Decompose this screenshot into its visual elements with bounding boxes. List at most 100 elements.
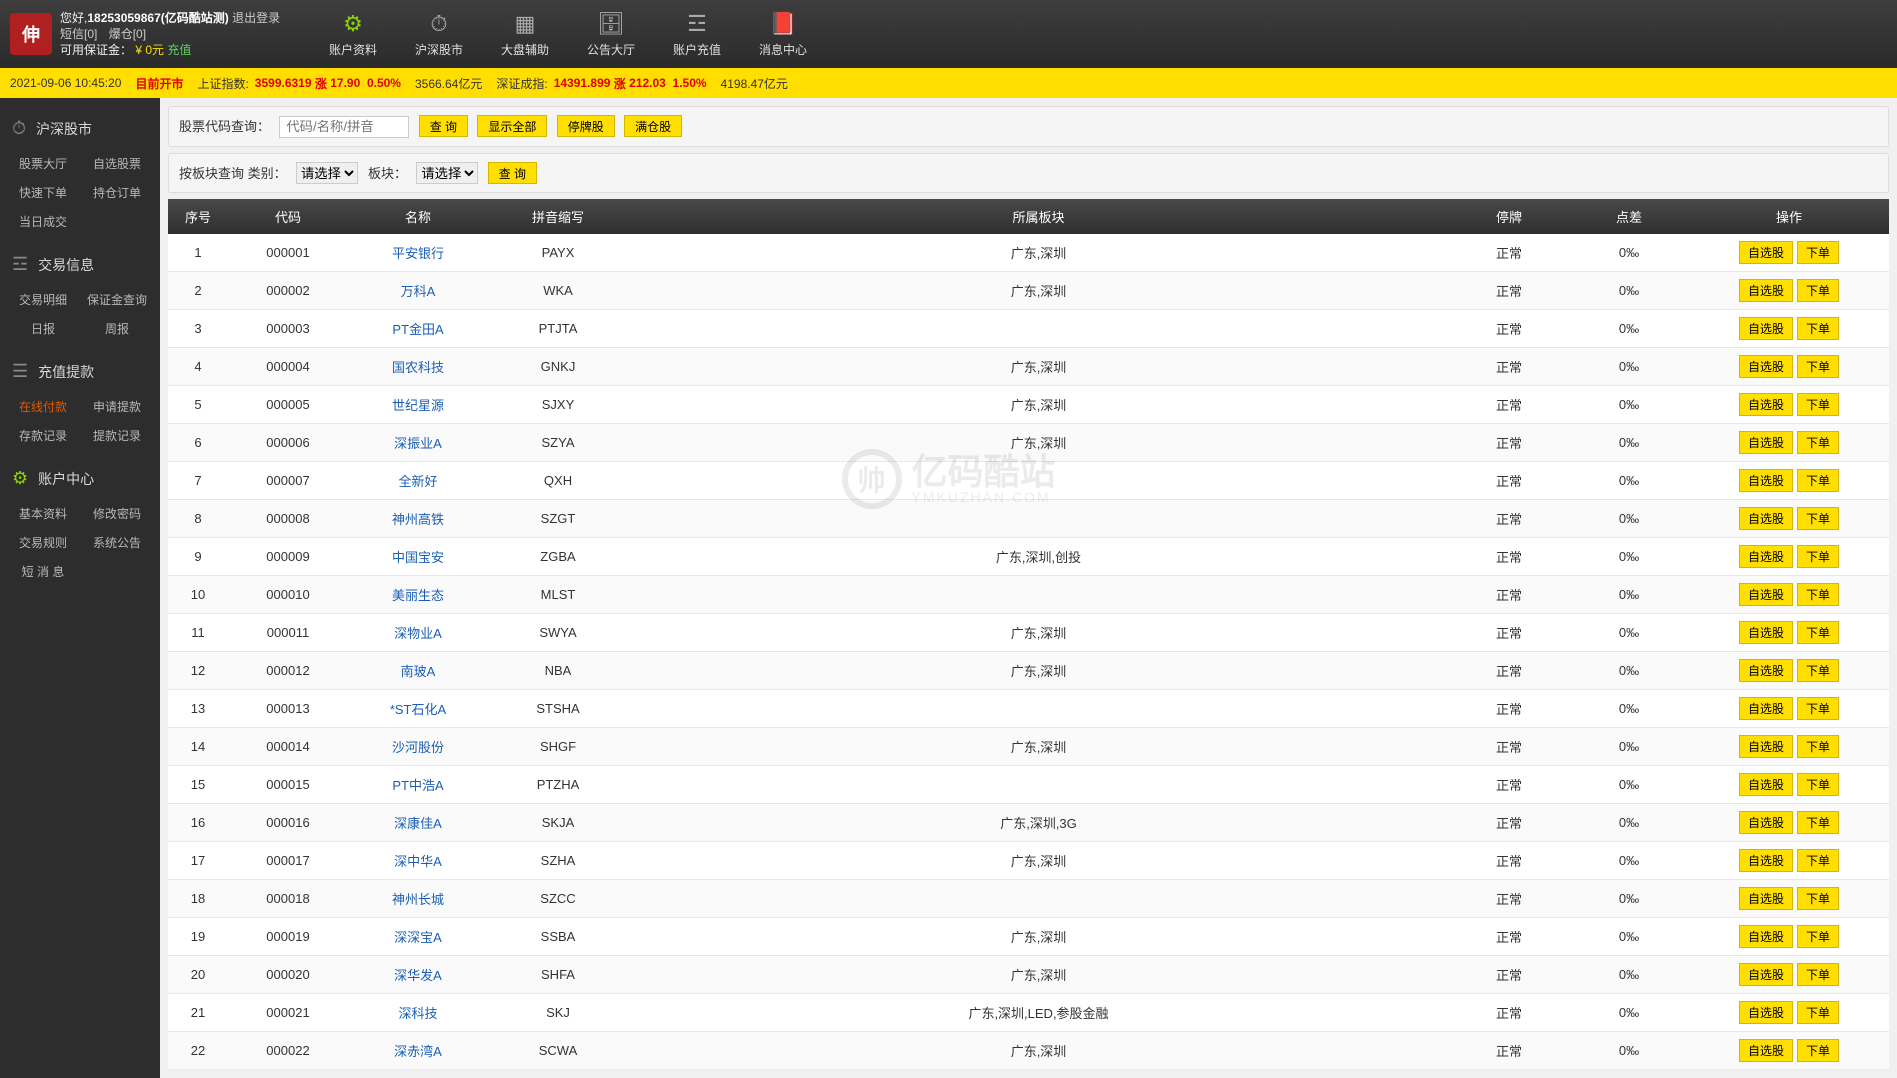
order-button[interactable]: 下单 [1797, 241, 1839, 264]
stock-name-link[interactable]: 美丽生态 [392, 588, 444, 603]
order-button[interactable]: 下单 [1797, 621, 1839, 644]
sector-query-button[interactable]: 查 询 [488, 162, 537, 184]
sidebar-link[interactable]: 日报 [6, 314, 80, 343]
order-button[interactable]: 下单 [1797, 317, 1839, 340]
topnav-item-2[interactable]: ▦大盘辅助 [482, 11, 568, 58]
stock-name-link[interactable]: 万科A [401, 284, 436, 299]
fav-button[interactable]: 自选股 [1739, 621, 1793, 644]
sidebar-link[interactable]: 交易规则 [6, 528, 80, 557]
order-button[interactable]: 下单 [1797, 469, 1839, 492]
sidebar-link[interactable]: 持仓订单 [80, 178, 154, 207]
order-button[interactable]: 下单 [1797, 431, 1839, 454]
stock-name-link[interactable]: 南玻A [401, 664, 436, 679]
topnav-item-3[interactable]: 🗄公告大厅 [568, 11, 654, 58]
order-button[interactable]: 下单 [1797, 963, 1839, 986]
order-button[interactable]: 下单 [1797, 583, 1839, 606]
fav-button[interactable]: 自选股 [1739, 1001, 1793, 1024]
fav-button[interactable]: 自选股 [1739, 925, 1793, 948]
stock-name-link[interactable]: 深科技 [398, 1006, 437, 1021]
order-button[interactable]: 下单 [1797, 1039, 1839, 1062]
order-button[interactable]: 下单 [1797, 773, 1839, 796]
sidebar-link[interactable]: 交易明细 [6, 285, 80, 314]
fav-button[interactable]: 自选股 [1739, 431, 1793, 454]
hold-link[interactable]: 爆仓[0] [109, 27, 146, 41]
stock-name-link[interactable]: 深深宝A [394, 930, 442, 945]
topnav-item-4[interactable]: ☲账户充值 [654, 11, 740, 58]
order-button[interactable]: 下单 [1797, 887, 1839, 910]
fav-button[interactable]: 自选股 [1739, 697, 1793, 720]
stock-name-link[interactable]: 深振业A [394, 436, 442, 451]
fav-button[interactable]: 自选股 [1739, 659, 1793, 682]
fav-button[interactable]: 自选股 [1739, 735, 1793, 758]
stock-name-link[interactable]: 神州长城 [392, 892, 444, 907]
fav-button[interactable]: 自选股 [1739, 545, 1793, 568]
topnav-item-0[interactable]: ⚙账户资料 [310, 11, 396, 58]
stock-name-link[interactable]: 深华发A [394, 968, 442, 983]
order-button[interactable]: 下单 [1797, 393, 1839, 416]
stock-name-link[interactable]: 世纪星源 [392, 398, 444, 413]
stock-name-link[interactable]: 国农科技 [392, 360, 444, 375]
order-button[interactable]: 下单 [1797, 279, 1839, 302]
fav-button[interactable]: 自选股 [1739, 241, 1793, 264]
fav-button[interactable]: 自选股 [1739, 887, 1793, 910]
sms-link[interactable]: 短信[0] [60, 27, 97, 41]
fav-button[interactable]: 自选股 [1739, 1039, 1793, 1062]
sidebar-link[interactable]: 基本资料 [6, 499, 80, 528]
order-button[interactable]: 下单 [1797, 735, 1839, 758]
sidebar-link[interactable]: 在线付款 [6, 392, 80, 421]
fav-button[interactable]: 自选股 [1739, 393, 1793, 416]
stock-name-link[interactable]: 深物业A [394, 626, 442, 641]
fav-button[interactable]: 自选股 [1739, 355, 1793, 378]
order-button[interactable]: 下单 [1797, 811, 1839, 834]
topnav-item-1[interactable]: ⏱沪深股市 [396, 11, 482, 58]
sidebar-link[interactable]: 股票大厅 [6, 149, 80, 178]
show-all-button[interactable]: 显示全部 [477, 115, 547, 137]
stock-name-link[interactable]: 深中华A [394, 854, 442, 869]
order-button[interactable]: 下单 [1797, 849, 1839, 872]
fav-button[interactable]: 自选股 [1739, 507, 1793, 530]
stock-search-input[interactable] [279, 116, 409, 138]
stock-name-link[interactable]: PT金田A [392, 322, 443, 337]
order-button[interactable]: 下单 [1797, 925, 1839, 948]
order-button[interactable]: 下单 [1797, 507, 1839, 530]
stock-name-link[interactable]: 全新好 [398, 474, 437, 489]
fav-button[interactable]: 自选股 [1739, 317, 1793, 340]
stock-name-link[interactable]: *ST石化A [390, 702, 446, 717]
sidebar-link[interactable]: 短 消 息 [6, 557, 80, 586]
order-button[interactable]: 下单 [1797, 1001, 1839, 1024]
sidebar-link[interactable]: 自选股票 [80, 149, 154, 178]
sidebar-link[interactable]: 保证金查询 [80, 285, 154, 314]
stock-name-link[interactable]: 沙河股份 [392, 740, 444, 755]
sidebar-link[interactable]: 修改密码 [80, 499, 154, 528]
sidebar-link[interactable]: 存款记录 [6, 421, 80, 450]
stock-name-link[interactable]: 中国宝安 [392, 550, 444, 565]
fav-button[interactable]: 自选股 [1739, 583, 1793, 606]
fav-button[interactable]: 自选股 [1739, 773, 1793, 796]
sidebar-link[interactable]: 快速下单 [6, 178, 80, 207]
sidebar-link[interactable]: 提款记录 [80, 421, 154, 450]
stock-name-link[interactable]: 神州高铁 [392, 512, 444, 527]
full-position-button[interactable]: 满仓股 [624, 115, 682, 137]
stock-name-link[interactable]: 深康佳A [394, 816, 442, 831]
fav-button[interactable]: 自选股 [1739, 469, 1793, 492]
order-button[interactable]: 下单 [1797, 659, 1839, 682]
order-button[interactable]: 下单 [1797, 545, 1839, 568]
stock-name-link[interactable]: PT中浩A [392, 778, 443, 793]
category-select[interactable]: 请选择 [296, 162, 358, 184]
recharge-link[interactable]: 充值 [167, 43, 191, 57]
query-button[interactable]: 查 询 [419, 115, 468, 137]
fav-button[interactable]: 自选股 [1739, 811, 1793, 834]
fav-button[interactable]: 自选股 [1739, 279, 1793, 302]
order-button[interactable]: 下单 [1797, 355, 1839, 378]
suspended-button[interactable]: 停牌股 [557, 115, 615, 137]
sidebar-link[interactable]: 系统公告 [80, 528, 154, 557]
stock-name-link[interactable]: 深赤湾A [394, 1044, 442, 1059]
order-button[interactable]: 下单 [1797, 697, 1839, 720]
sidebar-link[interactable]: 当日成交 [6, 207, 80, 236]
stock-name-link[interactable]: 平安银行 [392, 246, 444, 261]
sector-select[interactable]: 请选择 [416, 162, 478, 184]
fav-button[interactable]: 自选股 [1739, 963, 1793, 986]
topnav-item-5[interactable]: 📕消息中心 [740, 11, 826, 58]
fav-button[interactable]: 自选股 [1739, 849, 1793, 872]
logout-link[interactable]: 退出登录 [232, 11, 280, 25]
